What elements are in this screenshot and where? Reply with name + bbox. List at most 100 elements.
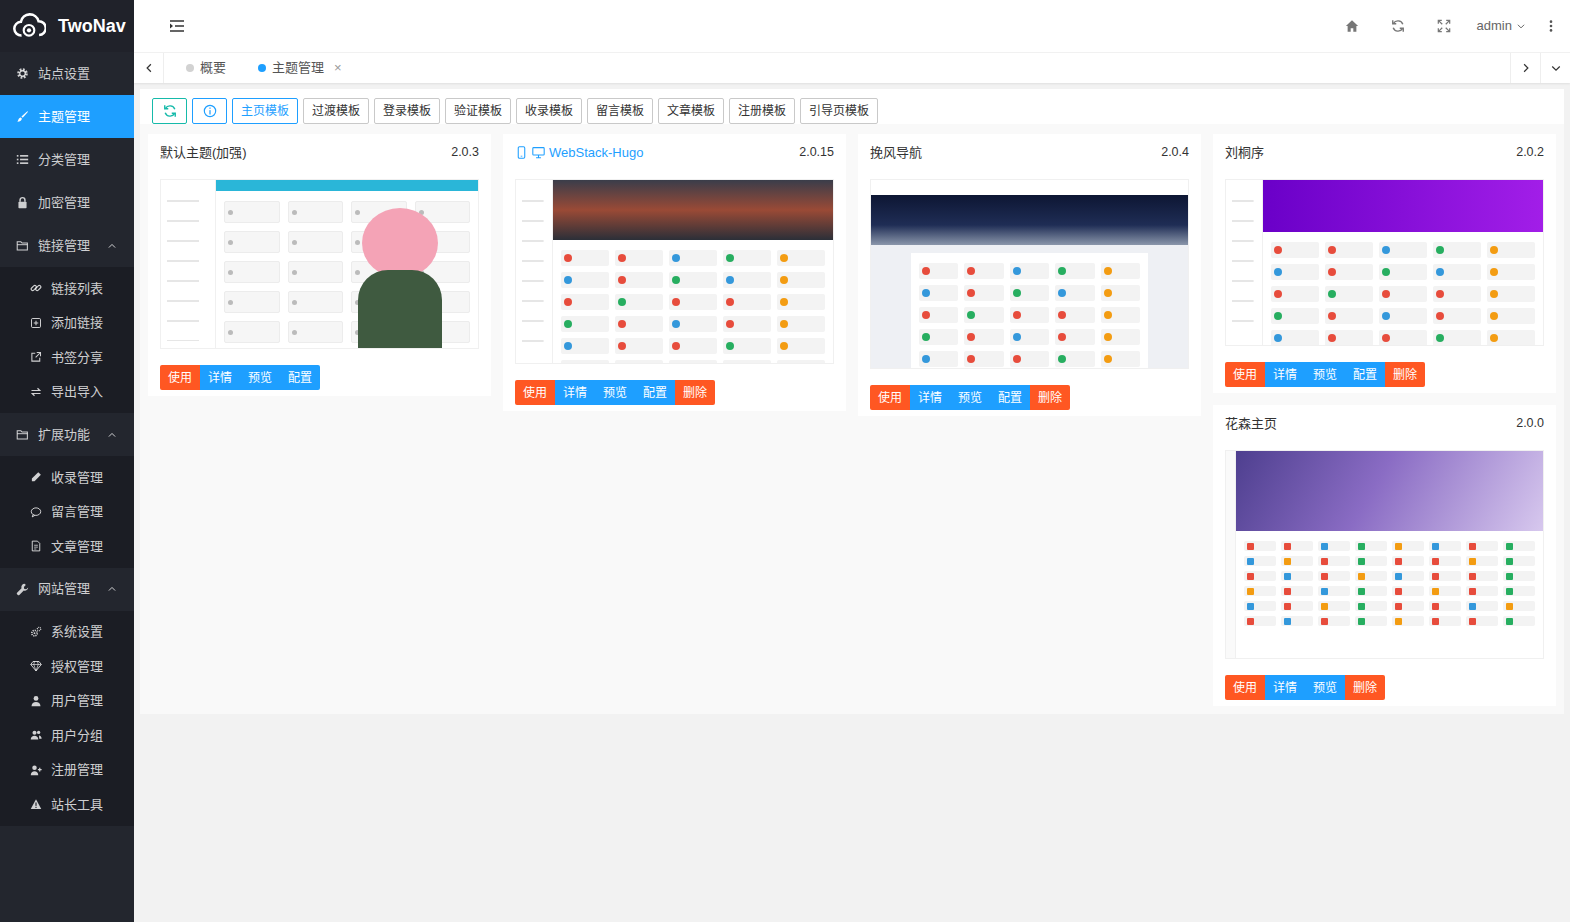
theme-card: 花森主页2.0.0使用详情预览删除: [1213, 405, 1556, 706]
delete-button[interactable]: 删除: [675, 380, 715, 405]
info-button[interactable]: 详情: [1265, 362, 1305, 387]
preview-tile: [669, 294, 717, 310]
chat-icon: [30, 506, 42, 518]
sidebar-item[interactable]: 分类管理: [0, 138, 134, 181]
sidebar-subitem[interactable]: 用户管理: [0, 684, 134, 719]
info-button[interactable]: 配置: [1345, 362, 1385, 387]
delete-button[interactable]: 删除: [1345, 675, 1385, 700]
sidebar-subitem[interactable]: 文章管理: [0, 529, 134, 564]
template-tab[interactable]: 引导页模板: [800, 98, 878, 124]
card-actions: 使用详情预览配置删除: [515, 380, 834, 405]
preview-tile: [1379, 242, 1427, 258]
refresh-button[interactable]: [1375, 0, 1421, 52]
theme-preview: [160, 179, 479, 349]
sidebar-group[interactable]: 网站管理: [0, 568, 134, 611]
page-tab[interactable]: 主题管理 ×: [246, 53, 354, 83]
info-button[interactable]: 详情: [1265, 675, 1305, 700]
template-tab[interactable]: 验证模板: [445, 98, 511, 124]
refresh-button[interactable]: [152, 98, 187, 124]
preview-tile: [1379, 308, 1427, 324]
info-button[interactable]: 详情: [910, 385, 950, 410]
preview-tiles: [1263, 232, 1543, 346]
template-tab[interactable]: 注册模板: [729, 98, 795, 124]
menu-toggle[interactable]: [169, 18, 185, 34]
delete-button[interactable]: 删除: [1030, 385, 1070, 410]
info-button[interactable]: 配置: [280, 365, 320, 390]
plussq-icon: [30, 317, 42, 329]
preview-tile: [1318, 586, 1350, 596]
sidebar-subitem[interactable]: 书签分享: [0, 340, 134, 375]
sidebar-group[interactable]: 扩展功能: [0, 413, 134, 456]
sidebar-subitem[interactable]: 收录管理: [0, 460, 134, 495]
template-tab[interactable]: 过渡模板: [303, 98, 369, 124]
sidebar-subitem[interactable]: 系统设置: [0, 615, 134, 650]
sidebar-subitem[interactable]: 留言管理: [0, 495, 134, 530]
card-column: WebStack-Hugo2.0.15使用详情预览配置删除: [503, 134, 846, 411]
sidebar-item[interactable]: 站点设置: [0, 52, 134, 95]
info-button[interactable]: 预览: [595, 380, 635, 405]
use-button[interactable]: 使用: [1225, 675, 1265, 700]
template-tab[interactable]: 主页模板: [232, 98, 298, 124]
home-button[interactable]: [1329, 0, 1375, 52]
preview-tile: [288, 261, 344, 283]
sidebar-subitem[interactable]: 授权管理: [0, 649, 134, 684]
tab-scroll-left[interactable]: [134, 53, 164, 83]
use-button[interactable]: 使用: [515, 380, 555, 405]
sidebar-subitem[interactable]: 链接列表: [0, 271, 134, 306]
gears-icon: [30, 626, 42, 638]
info-button[interactable]: 配置: [990, 385, 1030, 410]
template-tab[interactable]: 收录模板: [516, 98, 582, 124]
info-button[interactable]: 详情: [555, 380, 595, 405]
sidebar-item[interactable]: 主题管理: [0, 95, 134, 138]
card-title: 花森主页: [1225, 414, 1277, 434]
info-button[interactable]: 预览: [1305, 675, 1345, 700]
template-tab[interactable]: 登录模板: [374, 98, 440, 124]
fullscreen-button[interactable]: [1421, 0, 1467, 52]
list-icon: [16, 153, 29, 166]
preview-tile: [561, 316, 609, 332]
sidebar-subitem[interactable]: 导出导入: [0, 375, 134, 410]
preview-tile: [919, 351, 958, 367]
sidebar-subitem[interactable]: 注册管理: [0, 753, 134, 788]
tab-close-button[interactable]: ×: [334, 58, 342, 78]
template-tab[interactable]: 留言模板: [587, 98, 653, 124]
template-tab[interactable]: 文章模板: [658, 98, 724, 124]
use-button[interactable]: 使用: [870, 385, 910, 410]
preview-tile: [1487, 330, 1535, 346]
preview-tile: [1271, 308, 1319, 324]
info-button[interactable]: [192, 98, 227, 124]
info-button[interactable]: 预览: [950, 385, 990, 410]
user-menu[interactable]: admin: [1467, 0, 1536, 52]
preview-tile: [1429, 571, 1461, 581]
use-button[interactable]: 使用: [160, 365, 200, 390]
sidebar-group[interactable]: 链接管理: [0, 224, 134, 267]
tab-label: 主题管理: [272, 58, 324, 78]
link-icon: [30, 282, 42, 294]
sidebar-subitem[interactable]: 站长工具: [0, 787, 134, 822]
theme-card: 挽风导航2.0.4 使用详情预览配置删除: [858, 134, 1201, 416]
sidebar-subitem[interactable]: 添加链接: [0, 306, 134, 341]
preview-tile: [615, 316, 663, 332]
card-header: 挽风导航2.0.4: [870, 134, 1189, 171]
brand[interactable]: TwoNav: [0, 0, 134, 52]
more-button[interactable]: [1536, 19, 1566, 33]
info-button[interactable]: 详情: [200, 365, 240, 390]
preview-tile: [1503, 541, 1535, 551]
preview-tile: [777, 360, 825, 364]
info-button[interactable]: 配置: [635, 380, 675, 405]
preview-tile: [1055, 351, 1094, 367]
sidebar-item[interactable]: 加密管理: [0, 181, 134, 224]
info-button[interactable]: 预览: [1305, 362, 1345, 387]
info-button[interactable]: 预览: [240, 365, 280, 390]
use-button[interactable]: 使用: [1225, 362, 1265, 387]
sidebar-subitem[interactable]: 用户分组: [0, 718, 134, 753]
delete-button[interactable]: 删除: [1385, 362, 1425, 387]
preview-sidebar: [1226, 451, 1236, 658]
preview-tile: [1055, 263, 1094, 279]
folder-icon: [16, 428, 29, 441]
preview-tile: [1355, 541, 1387, 551]
card-title: 刘桐序: [1225, 143, 1264, 163]
page-tab[interactable]: 概要: [174, 53, 238, 83]
tab-menu[interactable]: [1540, 53, 1570, 83]
tab-scroll-right[interactable]: [1510, 53, 1540, 83]
